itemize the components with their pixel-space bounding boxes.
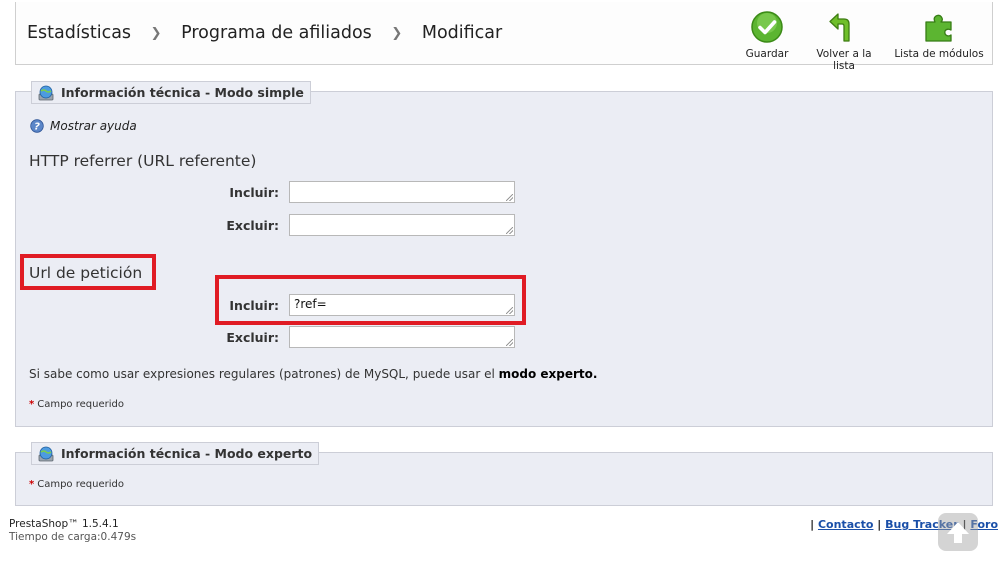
http-exclude-field[interactable] [289,214,515,236]
highlight-box-url-include [215,275,526,325]
url-exclude-field[interactable] [289,326,515,348]
save-button-label: Guardar [745,48,789,60]
expert-mode-link[interactable]: modo experto. [499,367,598,381]
module-list-button[interactable]: Lista de módulos [894,10,984,60]
puzzle-icon [925,14,952,42]
back-arrow-icon [829,13,850,42]
breadcrumb-separator-icon: ❯ [150,26,162,41]
toolbar: Estadísticas ❯ Programa de afiliados ❯ M… [15,2,993,72]
scroll-top-icon [947,522,969,543]
url-exclude-label: Excluir: [226,330,279,345]
scroll-top-button[interactable] [938,513,978,551]
help-icon: ? [30,119,44,133]
breadcrumb-item-stats[interactable]: Estadísticas [27,23,131,43]
save-button[interactable]: Guardar [738,10,796,60]
http-include-label: Incluir: [229,185,279,200]
breadcrumb-separator-icon: ❯ [391,26,403,41]
info-globe-icon [38,446,54,462]
show-help-link[interactable]: ? Mostrar ayuda [30,119,137,133]
expert-mode-note: Si sabe como usar expresiones regulares … [29,367,598,381]
fieldset-expert-mode: Información técnica - Modo experto * Camp… [15,442,993,506]
required-note: * Campo requerido [29,479,124,490]
load-time-text: Tiempo de carga:0.479s [9,531,137,543]
required-note: * Campo requerido [29,399,124,410]
http-exclude-label: Excluir: [226,218,279,233]
back-to-list-label: Volver a la lista [816,48,872,72]
module-list-label: Lista de módulos [894,48,984,60]
breadcrumb-item-affiliates[interactable]: Programa de afiliados [181,23,372,43]
breadcrumb-item-current: Modificar [421,23,503,43]
http-include-field[interactable] [289,181,515,203]
footer-link-contact[interactable]: Contacto [818,518,873,531]
check-circle-icon [751,11,783,43]
back-to-list-button[interactable]: Volver a la lista [804,10,884,72]
version-text: PrestaShop™ 1.5.4.1 [9,518,119,530]
section-title-http-referrer: HTTP referrer (URL referente) [29,152,257,170]
fieldset-legend: Información técnica - Modo simple [31,81,311,104]
svg-text:?: ? [34,122,40,133]
fieldset-legend: Información técnica - Modo experto [31,442,320,465]
breadcrumb: Estadísticas ❯ Programa de afiliados ❯ M… [27,23,502,43]
highlight-box-url-title [20,254,156,290]
footer-info: PrestaShop™ 1.5.4.1 Tiempo de carga:0.47… [9,518,136,544]
info-globe-icon [38,85,54,101]
fieldset-simple-mode: Información técnica - Modo simple ? Most… [15,81,993,427]
